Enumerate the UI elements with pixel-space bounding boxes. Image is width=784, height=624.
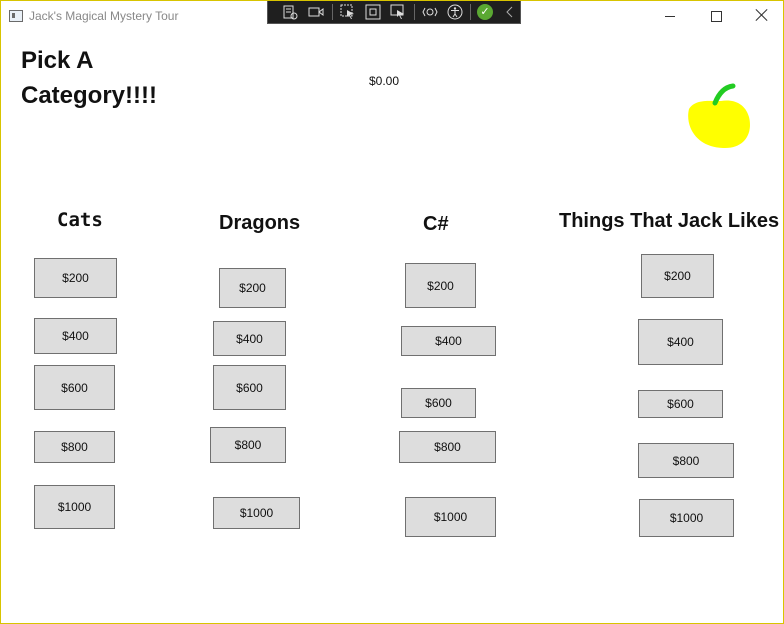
window-title: Jack's Magical Mystery Tour: [29, 9, 179, 23]
cats-1000-button[interactable]: $1000: [34, 485, 115, 529]
minimize-icon: [665, 16, 675, 17]
close-icon: [755, 8, 769, 22]
category-heading-csharp: C#: [423, 213, 449, 235]
jack-likes-400-button[interactable]: $400: [638, 319, 723, 365]
cats-600-button[interactable]: $600: [34, 365, 115, 410]
xaml-dev-toolbar: ✓: [267, 1, 521, 24]
display-layout-adorners-icon[interactable]: [365, 4, 381, 20]
page-heading: Pick A Category!!!!: [21, 43, 157, 113]
jack-likes-200-button[interactable]: $200: [641, 254, 714, 298]
score-display: $0.00: [369, 74, 400, 88]
cats-200-button[interactable]: $200: [34, 258, 117, 298]
video-icon[interactable]: [308, 4, 324, 20]
app-icon: [9, 10, 23, 22]
category-heading-things-that-jack-likes: Things That Jack Likes: [559, 210, 780, 232]
jack-likes-1000-button[interactable]: $1000: [639, 499, 734, 537]
app-window: Jack's Magical Mystery Tour ✓ Pick A Cat…: [0, 0, 784, 624]
csharp-800-button[interactable]: $800: [399, 431, 496, 463]
jack-likes-800-button[interactable]: $800: [638, 443, 734, 478]
dragons-1000-button[interactable]: $1000: [213, 497, 300, 529]
csharp-1000-button[interactable]: $1000: [405, 497, 496, 537]
heading-line-2: Category!!!!: [21, 82, 157, 109]
accessibility-icon[interactable]: [447, 4, 463, 20]
dragons-600-button[interactable]: $600: [213, 365, 286, 410]
cats-400-button[interactable]: $400: [34, 318, 117, 354]
dragons-800-button[interactable]: $800: [210, 427, 286, 463]
dragons-400-button[interactable]: $400: [213, 321, 286, 356]
csharp-200-button[interactable]: $200: [405, 263, 476, 308]
minimize-button[interactable]: [647, 1, 693, 31]
close-button[interactable]: [739, 1, 783, 31]
cats-800-button[interactable]: $800: [34, 431, 115, 463]
maximize-icon: [711, 11, 722, 22]
live-visual-tree-icon[interactable]: [282, 4, 298, 20]
select-element-icon[interactable]: [340, 4, 356, 20]
binding-check-icon[interactable]: ✓: [477, 4, 493, 20]
category-heading-cats: Cats: [57, 209, 103, 231]
track-focus-icon[interactable]: [390, 4, 406, 20]
maximize-button[interactable]: [693, 1, 739, 31]
hot-reload-icon[interactable]: [422, 4, 438, 20]
csharp-600-button[interactable]: $600: [401, 388, 476, 418]
collapse-chevron-icon[interactable]: [502, 4, 518, 20]
heading-line-1: Pick A: [21, 47, 94, 74]
dragons-200-button[interactable]: $200: [219, 268, 286, 308]
apple-icon: [688, 83, 750, 149]
category-heading-dragons: Dragons: [219, 212, 301, 234]
jack-likes-600-button[interactable]: $600: [638, 390, 723, 418]
csharp-400-button[interactable]: $400: [401, 326, 496, 356]
